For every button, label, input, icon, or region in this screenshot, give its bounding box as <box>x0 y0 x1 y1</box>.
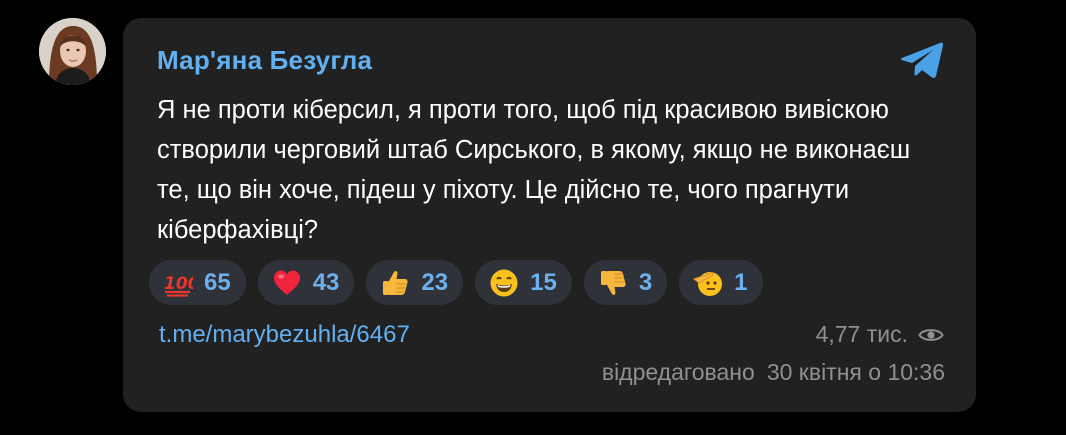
reaction-hundred[interactable]: 100 65 <box>149 260 246 305</box>
reaction-count: 15 <box>530 268 557 296</box>
reaction-grin[interactable]: 15 <box>475 260 572 305</box>
reaction-count: 43 <box>312 268 340 296</box>
message-card: Мар'яна Безугла Я не проти кіберсил, я п… <box>123 18 976 412</box>
eye-icon <box>918 328 944 341</box>
reaction-count: 1 <box>734 268 748 296</box>
message-text: Я не проти кіберсил, я проти того, щоб п… <box>157 96 911 244</box>
reactions-bar: 100 65 43 <box>149 260 763 305</box>
thumbs-down-icon <box>598 268 628 298</box>
edited-label: відредаговано <box>601 359 755 385</box>
author-avatar[interactable] <box>39 18 106 85</box>
reaction-count: 3 <box>638 268 653 296</box>
grinning-face-icon <box>489 268 519 298</box>
edited-timestamp: відредаговано 30 квітня о 10:36 <box>602 359 945 386</box>
views-counter: 4,77 тис. <box>816 321 944 348</box>
reaction-salute[interactable]: 1 <box>679 260 763 305</box>
author-name[interactable]: Мар'яна Безугла <box>157 45 372 76</box>
post-link[interactable]: t.me/marybezuhla/6467 <box>159 321 410 349</box>
reaction-count: 65 <box>204 268 231 296</box>
red-heart-icon <box>272 268 302 298</box>
reaction-count: 23 <box>421 268 449 296</box>
hundred-points-icon: 100 <box>163 268 193 298</box>
reaction-thumbs-down[interactable]: 3 <box>583 260 668 305</box>
views-count: 4,77 тис. <box>815 321 908 347</box>
thumbs-up-icon <box>380 268 410 298</box>
reaction-thumbs-up[interactable]: 23 <box>366 260 464 305</box>
saluting-face-icon <box>693 268 723 298</box>
telegram-icon <box>901 42 944 78</box>
post-date: 30 квітня о 10:36 <box>766 359 945 385</box>
reaction-heart[interactable]: 43 <box>257 260 355 305</box>
